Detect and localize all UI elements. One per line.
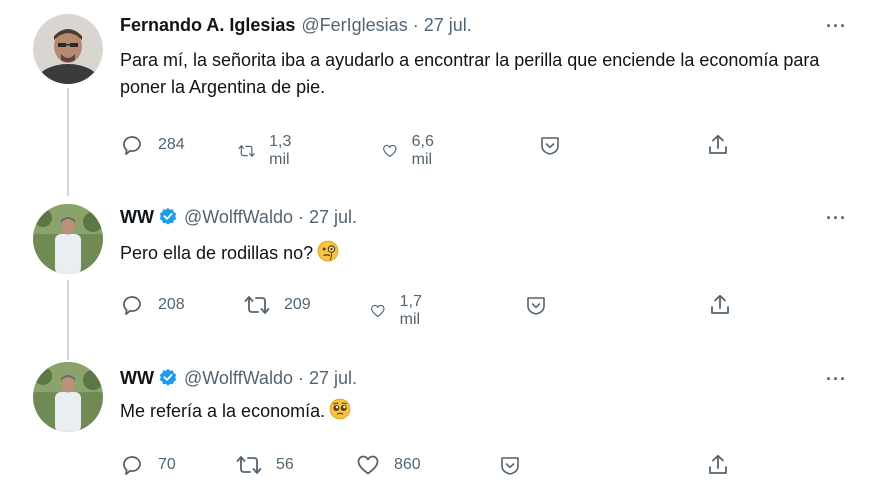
heart-icon: [357, 455, 379, 475]
heart-icon: [383, 144, 397, 158]
avatar[interactable]: [33, 204, 103, 274]
avatar[interactable]: [33, 14, 103, 84]
more-options-button[interactable]: ···: [826, 208, 847, 229]
like-button[interactable]: 1,7 mil: [370, 293, 430, 329]
verified-badge-icon: [159, 207, 177, 225]
pleading-face-emoji: [329, 398, 351, 428]
analytics-button[interactable]: [524, 293, 548, 317]
reply-icon: [123, 456, 141, 475]
tweet-date[interactable]: 27 jul.: [309, 206, 357, 228]
tweet-date[interactable]: 27 jul.: [309, 367, 357, 389]
retweet-count: 56: [276, 456, 294, 473]
share-icon: [711, 294, 729, 314]
tweet[interactable]: WW @WolffWaldo · 27 jul. ··· Me refería …: [0, 356, 880, 493]
retweet-icon: [238, 145, 255, 157]
shield-chevron-icon: [541, 137, 559, 155]
more-options-button[interactable]: ···: [826, 16, 847, 37]
retweet-button[interactable]: 209: [244, 293, 311, 317]
share-icon: [709, 134, 727, 154]
share-button[interactable]: [706, 133, 730, 157]
tweet[interactable]: WW @WolffWaldo · 27 jul. ··· Pero ella d…: [0, 196, 880, 346]
shield-chevron-icon: [527, 297, 545, 315]
reply-icon: [123, 136, 141, 155]
like-count: 1,7 mil: [399, 293, 422, 328]
reply-count: 208: [158, 296, 185, 313]
author-name[interactable]: Fernando A. Iglesias: [120, 14, 295, 36]
avatar[interactable]: [33, 362, 103, 432]
reply-count: 284: [158, 136, 185, 153]
shield-chevron-icon: [501, 457, 519, 475]
author-name[interactable]: WW: [120, 367, 154, 389]
author-handle[interactable]: @FerIglesias: [301, 14, 407, 36]
reply-button[interactable]: 284: [120, 133, 185, 157]
retweet-count: 209: [284, 296, 311, 313]
share-button[interactable]: [708, 293, 732, 317]
heart-icon: [371, 304, 385, 318]
share-button[interactable]: [706, 453, 730, 477]
separator: ·: [297, 368, 304, 388]
analytics-button[interactable]: [498, 453, 522, 477]
reply-button[interactable]: 70: [120, 453, 176, 477]
analytics-button[interactable]: [538, 133, 562, 157]
reply-count: 70: [158, 456, 176, 473]
author-name[interactable]: WW: [120, 206, 154, 228]
tweet-header: WW @WolffWaldo · 27 jul.: [120, 206, 357, 228]
author-handle[interactable]: @WolffWaldo: [184, 206, 293, 228]
retweet-icon: [236, 456, 262, 474]
separator: ·: [412, 15, 419, 35]
like-count: 6,6 mil: [411, 133, 434, 168]
retweet-count: 1,3 mil: [269, 133, 292, 168]
tweet[interactable]: Fernando A. Iglesias @FerIglesias · 27 j…: [0, 0, 880, 180]
like-button[interactable]: 6,6 mil: [382, 133, 442, 169]
tweet-text: Me refería a la economía.: [120, 401, 326, 421]
tweet-header: Fernando A. Iglesias @FerIglesias · 27 j…: [120, 14, 472, 36]
tweet-date[interactable]: 27 jul.: [424, 14, 472, 36]
reply-icon: [123, 296, 141, 315]
retweet-button[interactable]: 1,3 mil: [238, 133, 300, 169]
separator: ·: [297, 207, 304, 227]
more-options-button[interactable]: ···: [826, 369, 847, 390]
like-button[interactable]: 860: [356, 453, 421, 477]
like-count: 860: [394, 456, 421, 473]
face-with-monocle-emoji: [317, 240, 339, 270]
retweet-icon: [244, 296, 270, 314]
tweet-text: Para mí, la señorita iba a ayudarlo a en…: [120, 50, 820, 97]
share-icon: [709, 454, 727, 474]
verified-badge-icon: [159, 368, 177, 386]
tweet-header: WW @WolffWaldo · 27 jul.: [120, 367, 357, 389]
retweet-button[interactable]: 56: [236, 453, 294, 477]
reply-button[interactable]: 208: [120, 293, 185, 317]
author-handle[interactable]: @WolffWaldo: [184, 367, 293, 389]
tweet-text-row: Me refería a la economía.: [120, 398, 840, 428]
tweet-text: Pero ella de rodillas no?: [120, 243, 314, 263]
tweet-text-row: Pero ella de rodillas no?: [120, 240, 840, 270]
